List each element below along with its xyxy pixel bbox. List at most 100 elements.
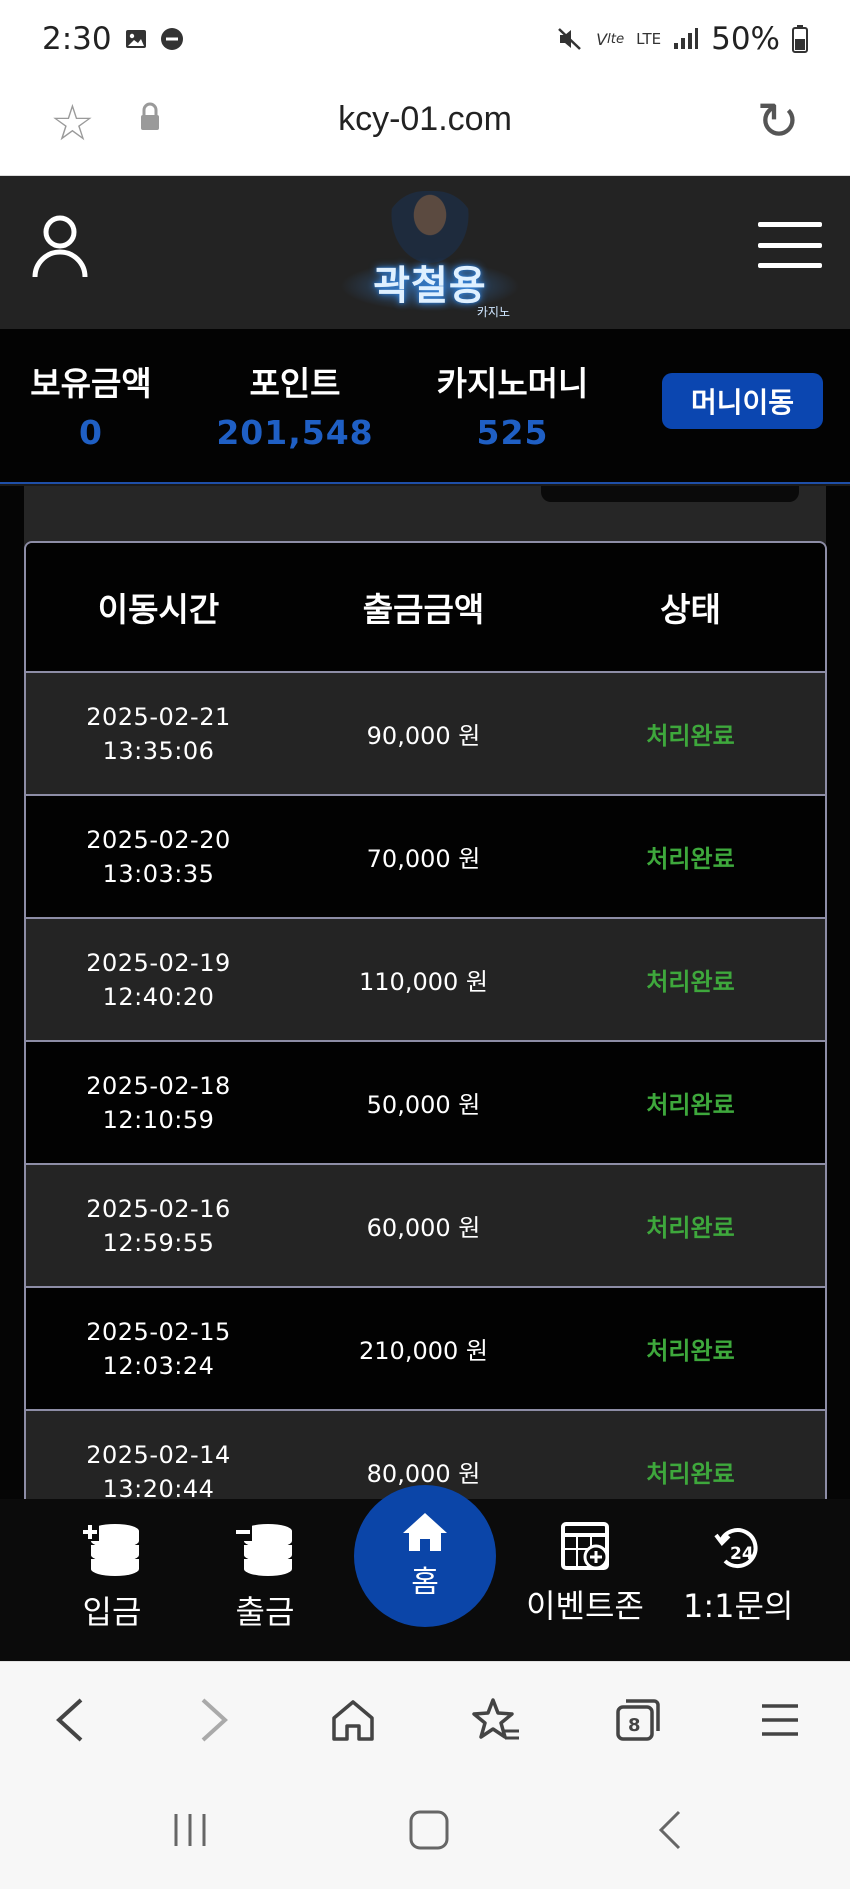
- browser-bookmarks-icon[interactable]: [466, 1690, 526, 1750]
- menu-line: [758, 222, 822, 227]
- hold-balance-label: 보유금액: [30, 364, 152, 403]
- hold-balance-value: 0: [79, 413, 103, 452]
- android-home-icon[interactable]: [399, 1805, 459, 1855]
- cell-time: 2025-02-18 12:10:59: [26, 1069, 291, 1137]
- cell-status: 처리완료: [646, 722, 735, 750]
- battery-icon: [792, 25, 808, 53]
- home-icon: [403, 1513, 447, 1551]
- nav-inquiry[interactable]: 24 1:1문의: [683, 1521, 793, 1627]
- do-not-disturb-icon: [160, 27, 184, 51]
- volte-icon: Vlte: [596, 29, 625, 49]
- money-move-button[interactable]: 머니이동: [662, 373, 823, 429]
- table-header-row: 이동시간 출금금액 상태: [26, 543, 825, 673]
- cell-time: 2025-02-21 13:35:06: [26, 700, 291, 768]
- hamburger-menu-icon[interactable]: [758, 222, 822, 268]
- cell-time: 2025-02-16 12:59:55: [26, 1192, 291, 1260]
- point-balance: 포인트 201,548: [215, 357, 375, 452]
- cell-amount: 110,000 원: [359, 968, 488, 996]
- support-24h-icon: 24: [714, 1528, 758, 1569]
- browser-toolbar: 8: [0, 1661, 850, 1775]
- android-nav-bar: [0, 1775, 850, 1889]
- status-time: 2:30: [42, 21, 112, 57]
- casino-balance-label: 카지노머니: [436, 364, 589, 403]
- cell-date: 2025-02-18: [86, 1071, 231, 1100]
- status-left: 2:30: [42, 21, 184, 57]
- menu-line: [758, 263, 822, 268]
- nav-home-label: 홈: [411, 1565, 439, 1600]
- lte-icon: LTE: [636, 30, 662, 48]
- main-content: 이동시간 출금금액 상태 2025-02-21 13:35:06 90,000 원…: [0, 486, 850, 1499]
- cell-clock: 13:20:44: [102, 1474, 215, 1500]
- browser-tabs-icon[interactable]: 8: [608, 1690, 668, 1750]
- cell-amount: 80,000 원: [366, 1460, 481, 1488]
- cell-status: 처리완료: [646, 1214, 735, 1242]
- nav-deposit-label: 입금: [82, 1593, 142, 1631]
- table-row: 2025-02-20 13:03:35 70,000 원 처리완료: [26, 796, 825, 919]
- cell-clock: 12:03:24: [102, 1351, 215, 1380]
- url-address[interactable]: kcy-01.com: [0, 100, 850, 139]
- cell-amount: 60,000 원: [366, 1214, 481, 1242]
- cell-clock: 12:10:59: [102, 1105, 215, 1134]
- cell-time: 2025-02-15 12:03:24: [26, 1315, 291, 1383]
- table-row: 2025-02-15 12:03:24 210,000 원 처리완료: [26, 1288, 825, 1411]
- browser-menu-icon[interactable]: [750, 1690, 810, 1750]
- nav-event-zone[interactable]: 이벤트존: [515, 1521, 655, 1627]
- casino-balance-value: 525: [476, 413, 549, 452]
- battery-percent: 50%: [711, 21, 780, 57]
- nav-withdraw-label: 출금: [235, 1593, 295, 1631]
- cell-time: 2025-02-14 13:20:44: [26, 1438, 291, 1500]
- nav-withdraw[interactable]: 출금: [215, 1521, 315, 1633]
- deposit-coins-icon: [81, 1523, 140, 1576]
- user-icon[interactable]: [30, 214, 90, 280]
- table-row: 2025-02-18 12:10:59 50,000 원 처리완료: [26, 1042, 825, 1165]
- header-status: 상태: [660, 590, 721, 629]
- nav-deposit[interactable]: 입금: [62, 1521, 162, 1633]
- cell-clock: 13:03:35: [102, 859, 215, 888]
- nav-event-label: 이벤트존: [526, 1587, 644, 1625]
- cell-date: 2025-02-19: [86, 948, 231, 977]
- cell-status: 처리완료: [646, 968, 735, 996]
- cell-date: 2025-02-15: [86, 1317, 231, 1346]
- signal-icon: [673, 27, 699, 51]
- cell-time: 2025-02-20 13:03:35: [26, 823, 291, 891]
- cell-time: 2025-02-19 12:40:20: [26, 946, 291, 1014]
- point-balance-value: 201,548: [216, 413, 374, 452]
- header-time: 이동시간: [97, 590, 220, 629]
- browser-forward-icon[interactable]: [184, 1690, 244, 1750]
- table-row: 2025-02-19 12:40:20 110,000 원 처리완료: [26, 919, 825, 1042]
- mute-icon: [556, 25, 584, 53]
- cell-clock: 13:35:06: [102, 736, 215, 765]
- menu-line: [758, 242, 822, 248]
- withdrawal-history-table: 이동시간 출금금액 상태 2025-02-21 13:35:06 90,000 원…: [24, 541, 827, 1499]
- cell-status: 처리완료: [646, 1460, 735, 1488]
- site-logo[interactable]: 곽철용 카지노: [340, 191, 520, 319]
- event-calendar-icon: [561, 1522, 609, 1570]
- header-amount: 출금금액: [362, 590, 485, 629]
- cell-date: 2025-02-16: [86, 1194, 231, 1223]
- tab-count: 8: [628, 1715, 641, 1736]
- android-back-icon[interactable]: [640, 1805, 700, 1855]
- casino-balance: 카지노머니 525: [425, 357, 600, 452]
- nav-inquiry-label: 1:1문의: [683, 1587, 794, 1625]
- cell-clock: 12:40:20: [102, 982, 215, 1011]
- cell-date: 2025-02-21: [86, 702, 231, 731]
- cell-status: 처리완료: [646, 1091, 735, 1119]
- reload-icon[interactable]: ↻: [756, 96, 800, 148]
- android-status-bar: 2:30 Vlte LTE 50%: [0, 0, 850, 78]
- cell-date: 2025-02-14: [86, 1440, 231, 1469]
- point-balance-label: 포인트: [249, 364, 341, 403]
- table-row: 2025-02-21 13:35:06 90,000 원 처리완료: [26, 673, 825, 796]
- status-right: Vlte LTE 50%: [556, 21, 808, 57]
- balance-bar: 보유금액 0 포인트 201,548 카지노머니 525 머니이동: [0, 329, 850, 484]
- cell-status: 처리완료: [646, 1337, 735, 1365]
- cell-amount: 50,000 원: [366, 1091, 481, 1119]
- recent-apps-icon[interactable]: [160, 1805, 220, 1855]
- cell-amount: 70,000 원: [366, 845, 481, 873]
- browser-back-icon[interactable]: [40, 1690, 100, 1750]
- cell-date: 2025-02-20: [86, 825, 231, 854]
- site-header: 곽철용 카지노: [0, 176, 850, 329]
- browser-home-icon[interactable]: [323, 1690, 383, 1750]
- cell-status: 처리완료: [646, 845, 735, 873]
- cell-amount: 210,000 원: [359, 1337, 488, 1365]
- nav-home-button[interactable]: 홈: [354, 1485, 496, 1627]
